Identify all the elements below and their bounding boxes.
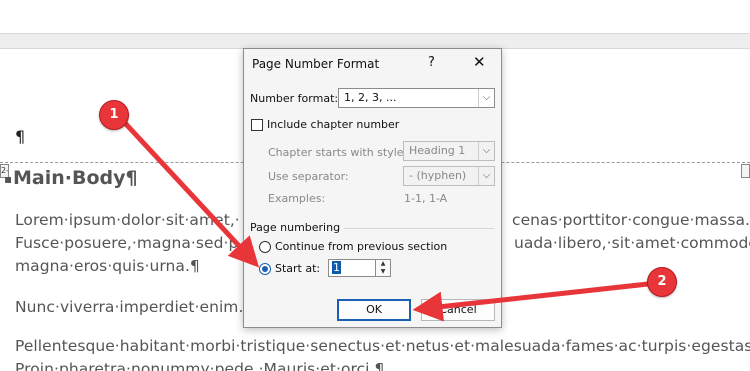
horizontal-ruler: [0, 33, 750, 49]
number-format-select[interactable]: 1, 2, 3, ... ⌵: [338, 88, 495, 108]
chevron-down-icon: ⌵: [478, 142, 494, 160]
start-at-label: Start at:: [275, 262, 321, 275]
chapter-style-label: Chapter starts with style:: [268, 146, 408, 159]
start-at-value: 1: [332, 261, 341, 274]
continue-label: Continue from previous section: [275, 240, 448, 253]
number-format-value: 1, 2, 3, ...: [344, 91, 397, 104]
chevron-down-icon: ⌵: [478, 167, 494, 185]
section-break-marker-right: [741, 164, 750, 178]
separator-label: Use separator:: [268, 170, 349, 183]
continue-radio[interactable]: [259, 241, 271, 253]
examples-label: Examples:: [268, 192, 326, 205]
body-line-right: cenas·porttitor·congue·massa.·: [512, 211, 750, 229]
empty-paragraph-mark: ¶: [15, 127, 26, 146]
separator-select[interactable]: - (hyphen) ⌵: [403, 166, 495, 186]
chevron-down-icon: ⌵: [478, 89, 494, 107]
start-at-radio[interactable]: [259, 263, 271, 275]
body-line: Lorem·ipsum·dolor·sit·amet,·: [15, 211, 240, 229]
chapter-style-select[interactable]: Heading 1 ⌵: [403, 141, 495, 161]
cancel-button[interactable]: Cancel: [421, 299, 495, 321]
chapter-style-value: Heading 1: [409, 144, 466, 157]
body-line: Proin·pharetra·nonummy·pede.·Mauris·et·o…: [15, 360, 385, 371]
include-chapter-label: Include chapter number: [267, 118, 400, 131]
page-numbering-group-label: Page numbering: [250, 221, 341, 234]
body-line: magna·eros·quis·urna.¶: [15, 257, 200, 275]
body-line-right: uada·libero,·sit·amet·commodo·: [514, 234, 750, 252]
start-at-input[interactable]: 1: [328, 259, 376, 277]
body-line: Pellentesque·habitant·morbi·tristique·se…: [15, 337, 750, 355]
separator-value: - (hyphen): [409, 169, 467, 182]
ribbon-area: [0, 0, 750, 33]
heading-text: Main·Body¶: [13, 167, 138, 189]
start-at-spinner[interactable]: ▲ ▼: [376, 259, 391, 277]
ok-button[interactable]: OK: [337, 299, 411, 321]
page-number-format-dialog: Page Number Format ? ✕ Number format: 1,…: [243, 48, 502, 328]
include-chapter-checkbox[interactable]: [251, 119, 263, 131]
annotation-badge-2: 2: [647, 267, 677, 297]
dialog-title: Page Number Format: [252, 57, 380, 71]
examples-value: 1-1, 1-A: [404, 192, 448, 205]
body-line: Fusce·posuere,·magna·sed·p: [15, 234, 239, 252]
group-divider: [344, 228, 494, 229]
close-icon[interactable]: ✕: [473, 53, 486, 71]
spin-down-icon[interactable]: ▼: [376, 268, 390, 276]
main-body-heading[interactable]: ▪Main·Body¶: [4, 167, 138, 189]
spin-up-icon[interactable]: ▲: [376, 260, 390, 268]
body-line: Nunc·viverra·imperdiet·enim.·F: [15, 298, 258, 316]
help-button[interactable]: ?: [428, 55, 435, 70]
number-format-label: Number format:: [250, 92, 339, 105]
heading-bullet-icon: ▪: [4, 171, 13, 186]
annotation-badge-1: 1: [99, 100, 129, 130]
